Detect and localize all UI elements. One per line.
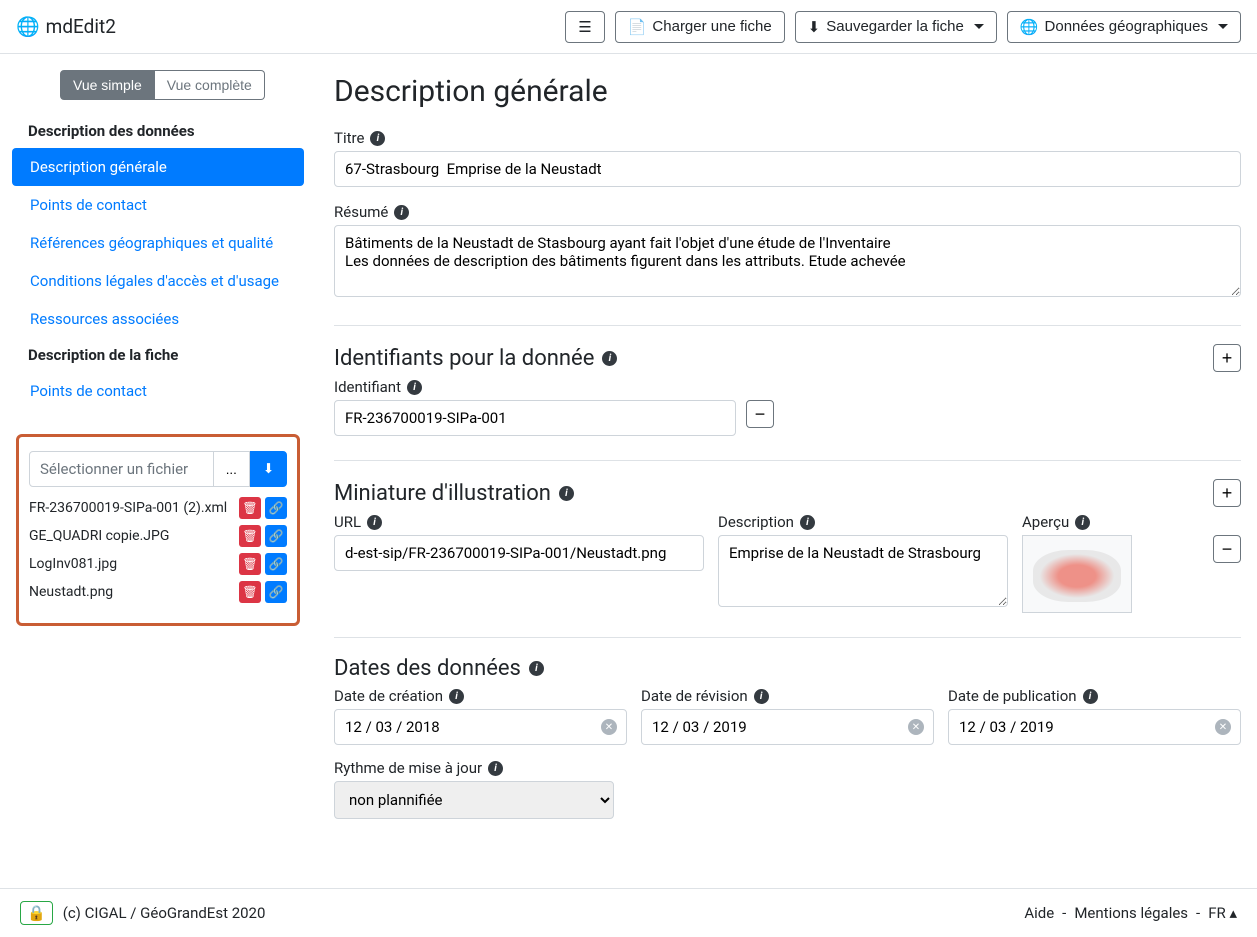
- file-browse-button[interactable]: ...: [214, 451, 250, 487]
- title-label: Titre: [334, 129, 364, 147]
- file-upload-button[interactable]: ⬇: [250, 451, 287, 487]
- link-button[interactable]: 🔗: [265, 525, 287, 547]
- file-name: Neustadt.png: [29, 584, 235, 600]
- top-bar: 🌐 mdEdit2 ☰ 📄 Charger une fiche ⬇ Sauvegar…: [0, 0, 1257, 54]
- download-icon: ⬇: [808, 18, 821, 36]
- info-icon[interactable]: i: [800, 515, 815, 530]
- help-link[interactable]: Aide: [1024, 904, 1054, 922]
- info-icon[interactable]: i: [370, 131, 385, 146]
- date-pub-label: Date de publication: [948, 687, 1077, 705]
- info-icon[interactable]: i: [754, 689, 769, 704]
- date-revision-label: Date de révision: [641, 687, 748, 705]
- ids-section-title: Identifiants pour la donnée: [334, 346, 594, 371]
- delete-button[interactable]: 🗑: [239, 497, 261, 519]
- nav-section-fiche: Description de la fiche: [12, 338, 304, 372]
- date-pub-input[interactable]: [948, 709, 1241, 745]
- file-row: LogInv081.jpg🗑🔗: [29, 553, 287, 575]
- legal-link[interactable]: Mentions légales: [1074, 904, 1188, 922]
- clear-icon[interactable]: ✕: [1215, 719, 1231, 735]
- copyright: (c) CIGAL / GéoGrandEst 2020: [63, 904, 266, 922]
- clear-icon[interactable]: ✕: [601, 719, 617, 735]
- nav-fiche-contact[interactable]: Points de contact: [12, 372, 304, 410]
- info-icon[interactable]: i: [449, 689, 464, 704]
- file-select-input[interactable]: Sélectionner un fichier: [29, 451, 214, 487]
- clear-icon[interactable]: ✕: [908, 719, 924, 735]
- list-icon: ☰: [578, 18, 591, 36]
- delete-button[interactable]: 🗑: [239, 525, 261, 547]
- date-revision-input[interactable]: [641, 709, 934, 745]
- file-panel: Sélectionner un fichier ... ⬇ FR-2367000…: [16, 434, 300, 626]
- rhythm-label: Rythme de mise à jour: [334, 759, 482, 777]
- rhythm-select[interactable]: non plannifiée: [334, 781, 614, 819]
- info-icon[interactable]: i: [488, 761, 503, 776]
- save-button[interactable]: ⬇ Sauvegarder la fiche: [795, 11, 997, 43]
- save-label: Sauvegarder la fiche: [826, 18, 964, 35]
- page-title: Description générale: [334, 74, 1241, 109]
- sidebar: Vue simple Vue complète Description des …: [0, 54, 304, 819]
- view-full-button[interactable]: Vue complète: [155, 70, 265, 100]
- link-button[interactable]: 🔗: [265, 553, 287, 575]
- id-label: Identifiant: [334, 378, 401, 396]
- nav-points-contact[interactable]: Points de contact: [12, 186, 304, 224]
- add-thumb-button[interactable]: +: [1213, 479, 1241, 507]
- download-icon: ⬇: [263, 461, 274, 476]
- lock-icon[interactable]: 🔒: [20, 901, 53, 925]
- file-row: FR-236700019-SIPa-001 (2).xml🗑🔗: [29, 497, 287, 519]
- list-button[interactable]: ☰: [565, 11, 604, 43]
- file-icon: 📄: [628, 18, 647, 36]
- info-icon[interactable]: i: [602, 351, 617, 366]
- info-icon[interactable]: i: [1075, 515, 1090, 530]
- remove-id-button[interactable]: −: [746, 400, 774, 428]
- app-name: mdEdit2: [46, 15, 116, 38]
- preview-label: Aperçu: [1022, 513, 1069, 531]
- file-name: LogInv081.jpg: [29, 556, 235, 572]
- id-input[interactable]: [334, 400, 736, 436]
- file-name: GE_QUADRI copie.JPG: [29, 528, 235, 544]
- add-id-button[interactable]: +: [1213, 344, 1241, 372]
- date-creation-label: Date de création: [334, 687, 443, 705]
- link-button[interactable]: 🔗: [265, 497, 287, 519]
- globe-icon: 🌐: [1020, 18, 1039, 36]
- desc-label: Description: [718, 513, 794, 531]
- delete-button[interactable]: 🗑: [239, 553, 261, 575]
- view-toggle: Vue simple Vue complète: [60, 70, 265, 100]
- view-simple-button[interactable]: Vue simple: [60, 70, 155, 100]
- load-label: Charger une fiche: [652, 18, 771, 35]
- info-icon[interactable]: i: [367, 515, 382, 530]
- delete-button[interactable]: 🗑: [239, 581, 261, 603]
- info-icon[interactable]: i: [394, 205, 409, 220]
- info-icon[interactable]: i: [1083, 689, 1098, 704]
- lang-select[interactable]: FR ▴: [1208, 904, 1237, 922]
- content-area: Description générale Titrei Résuméi Bâti…: [304, 54, 1257, 819]
- url-input[interactable]: [334, 535, 704, 571]
- file-row: GE_QUADRI copie.JPG🗑🔗: [29, 525, 287, 547]
- summary-input[interactable]: Bâtiments de la Neustadt de Stasbourg ay…: [334, 225, 1241, 297]
- link-button[interactable]: 🔗: [265, 581, 287, 603]
- globe-icon: 🌐: [16, 15, 40, 38]
- geo-button[interactable]: 🌐 Données géographiques: [1007, 11, 1241, 43]
- desc-input[interactable]: Emprise de la Neustadt de Strasbourg: [718, 535, 1008, 607]
- date-creation-input[interactable]: [334, 709, 627, 745]
- info-icon[interactable]: i: [407, 380, 422, 395]
- nav-references-geo[interactable]: Références géographiques et qualité: [12, 224, 304, 262]
- info-icon[interactable]: i: [559, 486, 574, 501]
- file-name: FR-236700019-SIPa-001 (2).xml: [29, 500, 235, 516]
- load-button[interactable]: 📄 Charger une fiche: [615, 11, 785, 43]
- thumb-section-title: Miniature d'illustration: [334, 481, 551, 506]
- nav-section-data: Description des données: [12, 114, 304, 148]
- remove-thumb-button[interactable]: −: [1213, 535, 1241, 563]
- geo-label: Données géographiques: [1045, 18, 1208, 35]
- summary-label: Résumé: [334, 203, 388, 221]
- nav-conditions-legales[interactable]: Conditions légales d'accès et d'usage: [12, 262, 304, 300]
- file-row: Neustadt.png🗑🔗: [29, 581, 287, 603]
- info-icon[interactable]: i: [529, 661, 544, 676]
- url-label: URL: [334, 513, 361, 531]
- nav-description-generale[interactable]: Description générale: [12, 148, 304, 186]
- brand: 🌐 mdEdit2: [16, 15, 116, 38]
- footer: 🔒 (c) CIGAL / GéoGrandEst 2020 Aide - Me…: [0, 888, 1257, 937]
- nav-ressources[interactable]: Ressources associées: [12, 300, 304, 338]
- dates-section-title: Dates des données: [334, 656, 521, 681]
- title-input[interactable]: [334, 151, 1241, 187]
- thumbnail-preview: [1022, 535, 1132, 613]
